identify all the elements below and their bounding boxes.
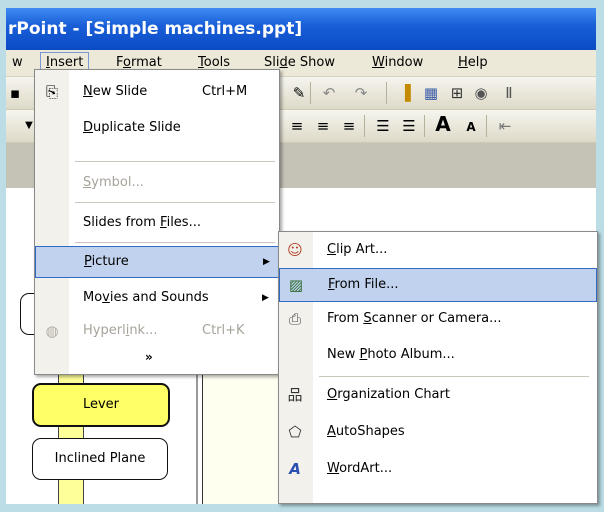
menu-item-movies-and-sounds[interactable]: Movies and Sounds ▶ bbox=[35, 283, 279, 313]
toolbar-separator bbox=[310, 82, 311, 104]
chart-icon[interactable]: ▐ bbox=[396, 84, 414, 102]
toolbar-separator bbox=[486, 115, 487, 137]
menu-item-label: New Slide bbox=[83, 84, 148, 99]
wordart-icon: A bbox=[289, 460, 301, 478]
diagram-node-lever[interactable]: Lever bbox=[32, 383, 170, 427]
title-bar: rPoint - [Simple machines.ppt] bbox=[6, 8, 596, 50]
diagram-node-inclined-plane[interactable]: Inclined Plane bbox=[32, 438, 168, 480]
globe-link-icon: ◍ bbox=[45, 322, 59, 340]
align-center-icon[interactable]: ≡ bbox=[314, 117, 332, 135]
menu-item-label: AutoShapes bbox=[327, 424, 405, 439]
format-painter-icon[interactable]: ✎ bbox=[290, 84, 308, 102]
menu-item-label: New Photo Album... bbox=[327, 347, 455, 362]
menu-item-label: From File... bbox=[328, 277, 399, 292]
decrease-font-icon[interactable]: A bbox=[462, 118, 480, 136]
insert-menu: ⎘ New Slide Ctrl+M Duplicate Slide Symbo… bbox=[34, 69, 280, 375]
menu-item-label: Symbol... bbox=[83, 175, 144, 190]
numbering-icon[interactable]: ☰ bbox=[374, 117, 392, 135]
toolbar-separator bbox=[424, 115, 425, 137]
toolbar-separator bbox=[364, 115, 365, 137]
scanner-icon: ⎙ bbox=[288, 310, 301, 328]
toolbar-separator bbox=[386, 82, 387, 104]
menu-item-label: WordArt... bbox=[327, 461, 393, 476]
tables-borders-icon[interactable]: ⊞ bbox=[448, 84, 466, 102]
menu-item-label: Movies and Sounds bbox=[83, 290, 209, 305]
expand-collapse-icon[interactable]: Ⅱ bbox=[500, 84, 518, 102]
menu-expand-button[interactable]: » bbox=[35, 342, 279, 372]
menu-item-label: Picture bbox=[84, 254, 129, 269]
menu-help[interactable]: Help bbox=[452, 53, 494, 73]
menu-item-label: Duplicate Slide bbox=[83, 120, 181, 135]
align-left-icon[interactable]: ≡ bbox=[288, 117, 306, 135]
submenu-item-organization-chart[interactable]: 品 Organization Chart bbox=[279, 379, 597, 411]
new-slide-icon: ⎘ bbox=[45, 83, 58, 101]
picture-submenu: ☺ Clip Art... ▨ From File... ⎙ From Scan… bbox=[278, 231, 598, 504]
redo-icon[interactable]: ↷ bbox=[352, 84, 370, 102]
submenu-item-from-scanner[interactable]: ⎙ From Scanner or Camera... bbox=[279, 303, 597, 335]
menu-window[interactable]: Window bbox=[366, 53, 429, 73]
submenu-item-wordart[interactable]: A WordArt... bbox=[279, 453, 597, 485]
window-title: rPoint - [Simple machines.ppt] bbox=[8, 19, 303, 39]
increase-font-icon[interactable]: A bbox=[434, 114, 452, 134]
menu-item-picture[interactable]: Picture ▶ bbox=[35, 246, 279, 278]
decrease-indent-icon[interactable]: ⇤ bbox=[496, 117, 514, 135]
bullets-icon[interactable]: ☰ bbox=[400, 117, 418, 135]
org-chart-icon: 品 bbox=[287, 386, 303, 404]
menu-separator bbox=[75, 161, 275, 162]
menu-separator bbox=[75, 242, 275, 243]
submenu-item-autoshapes[interactable]: ⬠ AutoShapes bbox=[279, 416, 597, 448]
submenu-item-new-photo-album[interactable]: New Photo Album... bbox=[279, 339, 597, 371]
menu-item-symbol: Symbol... bbox=[35, 168, 279, 198]
menu-item-label: From Scanner or Camera... bbox=[327, 311, 502, 326]
menu-item-shortcut: Ctrl+M bbox=[202, 84, 248, 99]
table-icon[interactable]: ▦ bbox=[422, 84, 440, 102]
clip-art-icon: ☺ bbox=[287, 241, 303, 259]
double-chevron-down-icon: » bbox=[145, 350, 153, 364]
align-right-icon[interactable]: ≡ bbox=[340, 117, 358, 135]
hyperlink-icon[interactable]: ◉ bbox=[472, 84, 490, 102]
menu-separator bbox=[75, 202, 275, 203]
undo-icon[interactable]: ↶ bbox=[320, 84, 338, 102]
submenu-item-clip-art[interactable]: ☺ Clip Art... bbox=[279, 234, 597, 266]
autoshapes-icon: ⬠ bbox=[288, 423, 302, 441]
menu-separator bbox=[319, 376, 589, 377]
save-icon[interactable]: ▪ bbox=[6, 84, 24, 102]
menu-view[interactable]: w bbox=[6, 53, 29, 73]
submenu-arrow-icon: ▶ bbox=[263, 257, 270, 267]
menu-item-label: Clip Art... bbox=[327, 242, 388, 257]
submenu-arrow-icon: ▶ bbox=[262, 293, 269, 303]
menu-item-label: Organization Chart bbox=[327, 387, 450, 402]
menu-item-duplicate-slide[interactable]: Duplicate Slide bbox=[35, 113, 279, 143]
menu-item-label: Slides from Files... bbox=[83, 215, 201, 230]
menu-item-slides-from-files[interactable]: Slides from Files... bbox=[35, 208, 279, 238]
menu-item-new-slide[interactable]: ⎘ New Slide Ctrl+M bbox=[35, 77, 279, 107]
submenu-item-from-file[interactable]: ▨ From File... bbox=[279, 268, 597, 302]
picture-file-icon: ▨ bbox=[288, 276, 304, 294]
